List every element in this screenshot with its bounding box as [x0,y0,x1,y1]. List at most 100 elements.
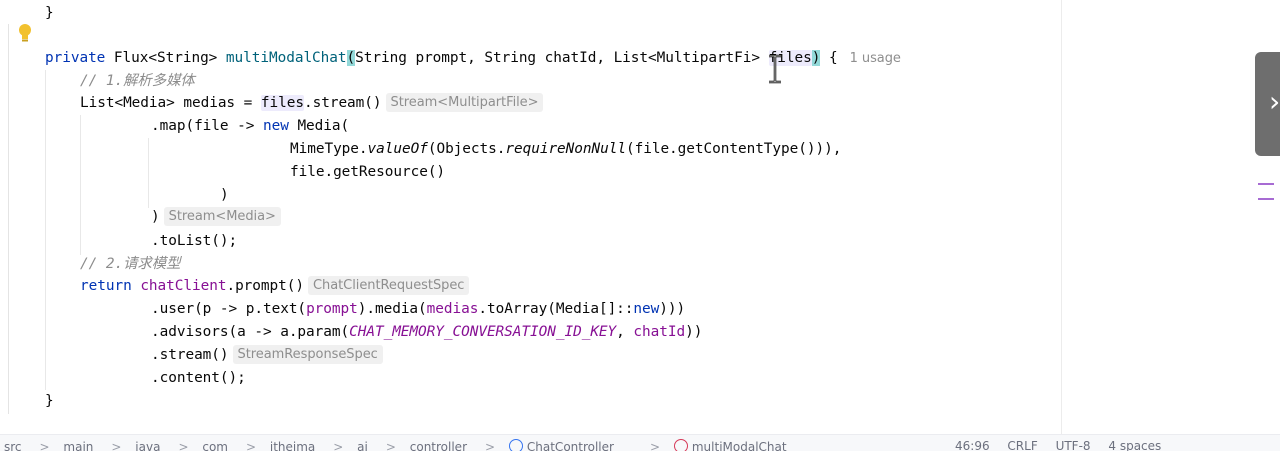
static-method: valueOf [367,141,428,157]
files-reference: files [260,95,304,111]
breadcrumb-separator: > [385,440,396,451]
keyword-new: new [633,301,660,317]
return-type: Flux<String> [105,50,226,66]
field-prompt: prompt [306,301,358,317]
breadcrumb-label: multiModalChat [691,440,787,451]
code-line[interactable]: List<Media> medias = files.stream() Strea… [80,92,544,114]
method-icon [673,439,688,451]
code-line[interactable]: file.getResource() [290,161,445,183]
method-name: multiModalChat [225,50,347,66]
line-separator[interactable]: CRLF [1007,439,1037,451]
code-text: ).media( [357,301,427,317]
code-text: ) [151,209,160,225]
code-line[interactable]: // 2.请求模型 [80,253,180,275]
breadcrumb-separator: > [178,440,189,451]
breadcrumb-separator: > [111,440,122,451]
code-text: .toArray(Media[]:: [478,301,634,317]
constant-key: CHAT_MEMORY_CONVERSATION_ID_KEY [349,324,617,340]
method-block-line [8,24,9,414]
scroll-marker[interactable] [1258,183,1274,185]
code-line[interactable]: .advisors(a -> a.param(CHAT_MEMORY_CONVE… [151,321,702,343]
side-panel-toggle[interactable]: › [1255,52,1280,156]
caret-position[interactable]: 46:96 [955,439,990,451]
breadcrumb-item[interactable]: src [4,440,22,451]
text-cursor-icon [769,54,781,84]
lightbulb-icon[interactable] [16,22,34,44]
code-line[interactable]: ) Stream<Media> [151,206,281,228]
code-text: file.getResource() [290,164,446,180]
code-text: (file.getContentType())), [625,141,842,157]
code-text: .advisors(a -> a.param( [151,324,350,340]
open-paren: ( [346,50,356,66]
code-text: .stream() [151,347,229,363]
class-icon [508,439,523,451]
code-text: MimeType. [290,141,368,157]
breadcrumb-item[interactable]: itheima [270,440,315,451]
usage-hint[interactable]: 1 usage [850,51,901,66]
field-chatid: chatId [633,324,686,340]
breadcrumb-item[interactable]: main [63,440,93,451]
code-line[interactable]: return chatClient.prompt() ChatClientRequ… [80,275,470,297]
code-text: (Objects. [427,141,506,157]
keyword-private: private [45,50,106,66]
breadcrumb-separator: > [649,440,661,451]
keyword-return: return [80,278,132,294]
code-line[interactable]: .toList(); [151,230,237,252]
keyword-new: new [262,118,289,134]
type-hint: StreamResponseSpec [232,345,383,364]
comment: // 2.请求模型 [80,256,181,272]
breadcrumb-item-method[interactable]: multiModalChat [673,439,805,451]
breadcrumb-item[interactable]: controller [410,440,467,451]
code-line[interactable]: .user(p -> p.text(prompt).media(medias.t… [151,298,685,320]
code-text: .user(p -> p.text( [151,301,307,317]
editor-gutter[interactable] [0,0,36,434]
type-hint: ChatClientRequestSpec [307,276,470,295]
breadcrumb-separator: > [39,440,50,451]
breadcrumb-item-class[interactable]: ChatController [508,439,632,451]
code-text: .content(); [151,370,246,386]
indent-guide [148,138,149,208]
close-icon[interactable]: › [1269,88,1280,116]
field-chatclient: chatClient [140,278,227,294]
closing-brace: } [45,393,54,409]
code-text: , [616,324,634,340]
code-line[interactable]: MimeType.valueOf(Objects.requireNonNull(… [290,138,841,160]
code-line[interactable]: .map(file -> new Media( [151,115,349,137]
params-text: String prompt, String chatId, List<Multi… [355,50,752,66]
breadcrumb-separator: > [333,440,344,451]
scroll-marker[interactable] [1258,198,1274,200]
code-editor[interactable]: } private Flux<String> multiModalChat(St… [0,0,1280,434]
field-medias: medias [426,301,479,317]
breadcrumb-separator: > [245,440,257,451]
code-line[interactable]: // 1.解析多媒体 [80,70,195,92]
code-text: Media( [288,118,350,134]
code-text: List<Media> medias = [80,95,261,111]
indent-setting[interactable]: 4 spaces [1108,439,1161,451]
breadcrumb-label: ChatController [526,440,614,451]
status-right: 46:96 CRLF UTF-8 4 spaces [955,439,1175,451]
method-open-brace: { [820,50,838,66]
code-text: ))) [659,301,686,317]
breadcrumb-item[interactable]: com [202,440,228,451]
static-method: requireNonNull [505,141,626,157]
type-hint: Stream<MultipartFile> [385,93,544,112]
right-margin-guide [1061,0,1062,434]
code-text: )) [685,324,703,340]
status-bar: src > main > java > com > itheima > ai > contr… [0,434,1280,451]
file-encoding[interactable]: UTF-8 [1056,439,1091,451]
code-line[interactable]: .stream() StreamResponseSpec [151,344,383,366]
breadcrumb-item[interactable]: java [135,440,160,451]
type-hint: Stream<Media> [163,207,281,226]
indent-guide [45,70,46,390]
code-line[interactable]: ) [220,184,229,206]
code-line[interactable]: } [45,2,54,24]
breadcrumb: src > main > java > com > itheima > ai > contr… [4,439,823,451]
indent-guide [80,115,81,255]
code-line[interactable]: } [45,390,54,412]
code-line[interactable]: .content(); [151,367,246,389]
breadcrumb-item[interactable]: ai [357,440,368,451]
code-text: .prompt() [226,278,304,294]
code-text: ) [220,187,229,203]
code-text: .map(file -> [151,118,263,134]
breadcrumb-separator: > [485,440,496,451]
